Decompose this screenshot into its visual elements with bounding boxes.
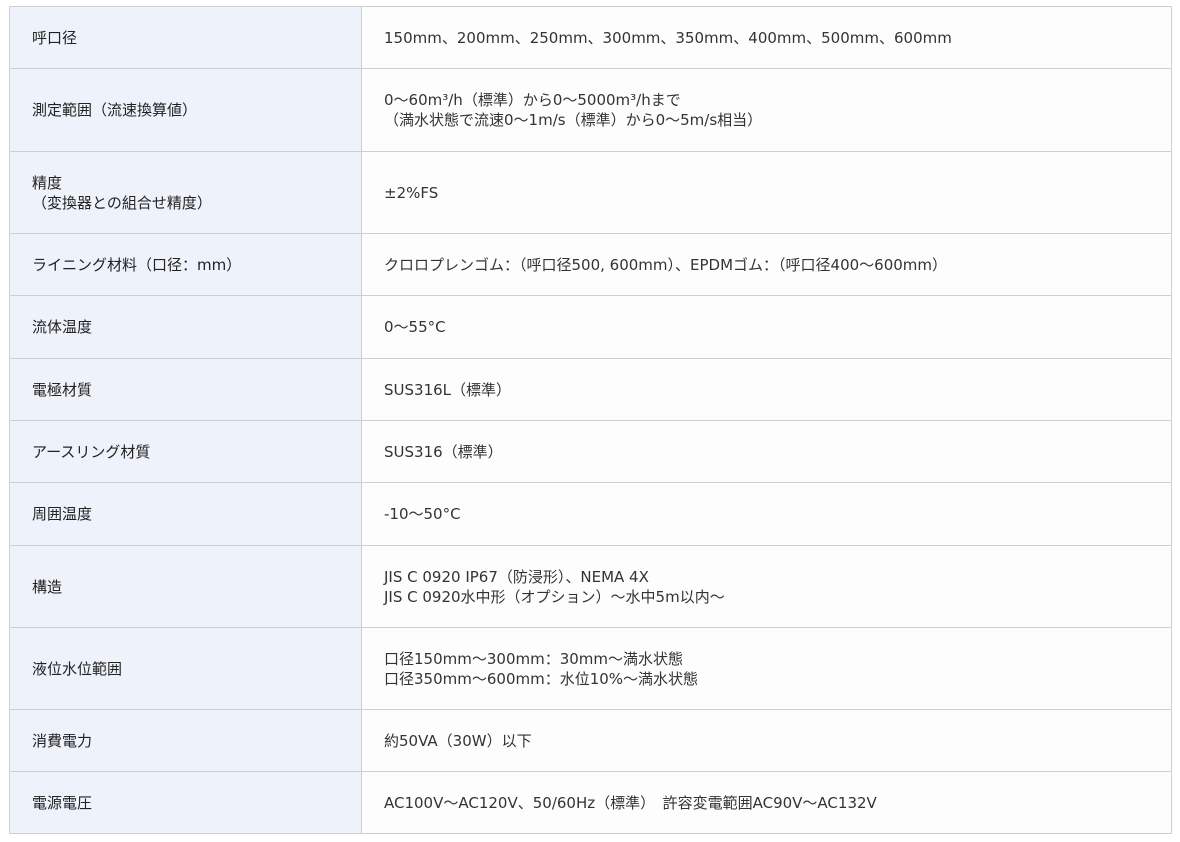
row-value: 0〜60m³/h（標準）から0〜5000m³/hまで （満水状態で流速0〜1m/… bbox=[361, 68, 1172, 152]
spec-row-nominal-diameter: 呼口径 150mm、200mm、250mm、300mm、350mm、400mm、… bbox=[9, 6, 1172, 69]
label-line: 流体温度 bbox=[32, 318, 93, 336]
value-line: JIS C 0920水中形（オプション）〜水中5m以内〜 bbox=[384, 587, 725, 606]
spec-row-electrode-material: 電極材質 SUS316L（標準） bbox=[9, 358, 1172, 421]
value-line: -10〜50°C bbox=[384, 505, 461, 523]
value-line: クロロプレンゴム：（呼口径500, 600mm）、EPDMゴム：（呼口径400〜… bbox=[384, 255, 948, 274]
spec-row-earth-ring-material: アースリング材質 SUS316（標準） bbox=[9, 420, 1172, 483]
label-line: 構造 bbox=[32, 577, 63, 596]
row-label: 電極材質 bbox=[9, 358, 362, 421]
value-line: 口径150mm〜300mm：30mm〜満水状態 bbox=[384, 649, 684, 668]
label-line: アースリング材質 bbox=[32, 442, 151, 461]
value-line: 0〜55°C bbox=[384, 318, 446, 336]
value-line: 口径350mm〜600mm：水位10%〜満水状態 bbox=[384, 669, 699, 688]
value-line: 150mm、200mm、250mm、300mm、350mm、400mm、500m… bbox=[384, 28, 952, 47]
spec-row-fluid-temperature: 流体温度 0〜55°C bbox=[9, 295, 1172, 359]
value-line: SUS316（標準） bbox=[384, 442, 503, 461]
spec-row-power-consumption: 消費電力 約50VA（30W）以下 bbox=[9, 709, 1172, 772]
row-value: JIS C 0920 IP67（防浸形）、NEMA 4X JIS C 0920水… bbox=[361, 545, 1172, 628]
row-label: 液位水位範囲 bbox=[9, 627, 362, 710]
spec-row-structure: 構造 JIS C 0920 IP67（防浸形）、NEMA 4X JIS C 09… bbox=[9, 545, 1172, 628]
row-label: 電源電圧 bbox=[9, 771, 362, 834]
row-value: 0〜55°C bbox=[361, 295, 1172, 359]
value-line: ±2%FS bbox=[384, 183, 439, 202]
label-line: （変換器との組合せ精度） bbox=[32, 193, 212, 212]
row-value: ±2%FS bbox=[361, 151, 1172, 234]
row-label: ライニング材料（口径：mm） bbox=[9, 233, 362, 296]
value-line: SUS316L（標準） bbox=[384, 380, 512, 399]
label-line: 呼口径 bbox=[32, 28, 78, 47]
label-line: 周囲温度 bbox=[32, 505, 93, 523]
row-label: 周囲温度 bbox=[9, 482, 362, 546]
label-line: 液位水位範囲 bbox=[32, 659, 123, 678]
value-line: JIS C 0920 IP67（防浸形）、NEMA 4X bbox=[384, 567, 649, 586]
label-line: 電源電圧 bbox=[32, 793, 93, 812]
label-line: ライニング材料（口径：mm） bbox=[32, 255, 242, 274]
spec-table: 呼口径 150mm、200mm、250mm、300mm、350mm、400mm、… bbox=[9, 6, 1172, 834]
spec-row-measuring-range: 測定範囲（流速換算値） 0〜60m³/h（標準）から0〜5000m³/hまで （… bbox=[9, 68, 1172, 152]
row-value: 約50VA（30W）以下 bbox=[361, 709, 1172, 772]
row-value: クロロプレンゴム：（呼口径500, 600mm）、EPDMゴム：（呼口径400〜… bbox=[361, 233, 1172, 296]
row-label: 構造 bbox=[9, 545, 362, 628]
row-label: 測定範囲（流速換算値） bbox=[9, 68, 362, 152]
row-value: -10〜50°C bbox=[361, 482, 1172, 546]
spec-row-liquid-level-range: 液位水位範囲 口径150mm〜300mm：30mm〜満水状態 口径350mm〜6… bbox=[9, 627, 1172, 710]
row-label: 消費電力 bbox=[9, 709, 362, 772]
value-line: 約50VA（30W）以下 bbox=[384, 731, 532, 750]
row-label: 精度 （変換器との組合せ精度） bbox=[9, 151, 362, 234]
spec-row-power-supply-voltage: 電源電圧 AC100V〜AC120V、50/60Hz（標準） 許容変電範囲AC9… bbox=[9, 771, 1172, 834]
label-line: 精度 bbox=[32, 173, 63, 192]
spec-row-lining-material: ライニング材料（口径：mm） クロロプレンゴム：（呼口径500, 600mm）、… bbox=[9, 233, 1172, 296]
row-value: SUS316（標準） bbox=[361, 420, 1172, 483]
label-line: 測定範囲（流速換算値） bbox=[32, 101, 198, 119]
label-line: 電極材質 bbox=[32, 380, 93, 399]
row-value: 口径150mm〜300mm：30mm〜満水状態 口径350mm〜600mm：水位… bbox=[361, 627, 1172, 710]
spec-row-accuracy: 精度 （変換器との組合せ精度） ±2%FS bbox=[9, 151, 1172, 234]
row-value: 150mm、200mm、250mm、300mm、350mm、400mm、500m… bbox=[361, 6, 1172, 69]
label-line: 消費電力 bbox=[32, 731, 93, 750]
row-value: SUS316L（標準） bbox=[361, 358, 1172, 421]
value-line: 0〜60m³/h（標準）から0〜5000m³/hまで bbox=[384, 91, 681, 109]
row-label: アースリング材質 bbox=[9, 420, 362, 483]
row-label: 流体温度 bbox=[9, 295, 362, 359]
value-line: AC100V〜AC120V、50/60Hz（標準） 許容変電範囲AC90V〜AC… bbox=[384, 793, 877, 812]
row-value: AC100V〜AC120V、50/60Hz（標準） 許容変電範囲AC90V〜AC… bbox=[361, 771, 1172, 834]
value-line: （満水状態で流速0〜1m/s（標準）から0〜5m/s相当） bbox=[384, 111, 763, 129]
row-label: 呼口径 bbox=[9, 6, 362, 69]
spec-row-ambient-temperature: 周囲温度 -10〜50°C bbox=[9, 482, 1172, 546]
